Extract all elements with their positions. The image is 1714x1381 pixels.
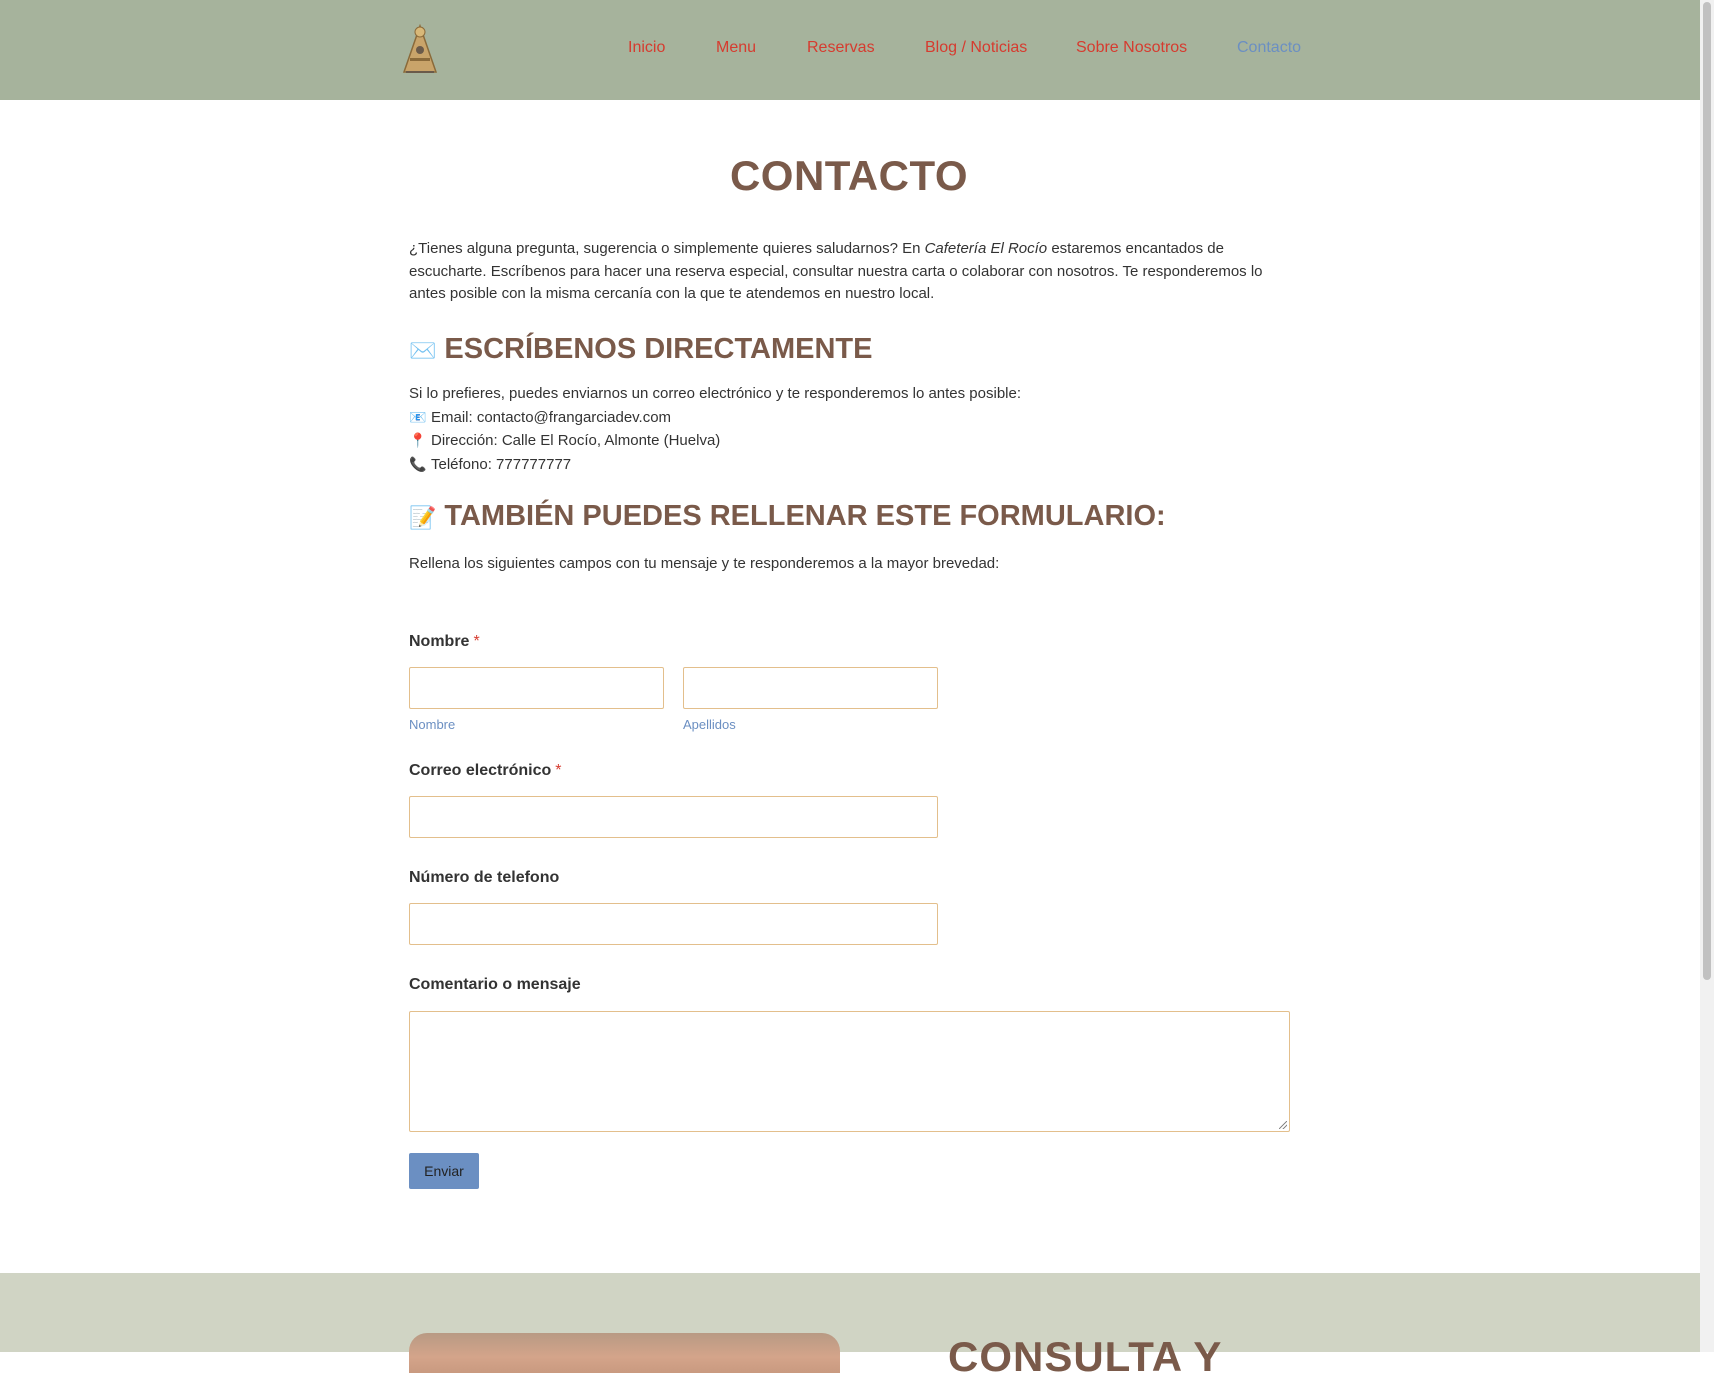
name-label: Nombre *: [409, 633, 480, 651]
nav-item-contacto[interactable]: Contacto: [1237, 39, 1301, 57]
direct-heading-text: ESCRÍBENOS DIRECTAMENTE: [444, 333, 873, 365]
first-name-sublabel: Nombre: [409, 717, 456, 732]
contact-phone-line: 📞 Teléfono: 777777777: [409, 453, 1289, 477]
contact-address: Dirección: Calle El Rocío, Almonte (Huel…: [431, 432, 721, 449]
nav-item-reservas[interactable]: Reservas: [807, 39, 875, 57]
resize-grip-icon[interactable]: [1279, 1121, 1287, 1129]
intro-text-before: ¿Tienes alguna pregunta, sugerencia o si…: [409, 240, 925, 257]
site-footer: CONSULTA Y: [0, 1273, 1700, 1380]
email-input[interactable]: [409, 796, 938, 838]
pin-icon: 📍: [409, 432, 427, 448]
submit-button[interactable]: Enviar: [409, 1153, 479, 1189]
form-heading-text: TAMBIÉN PUEDES RELLENAR ESTE FORMULARIO:: [444, 500, 1166, 532]
phone-label: Número de telefono: [409, 869, 560, 886]
cafe-name: Cafetería El Rocío: [924, 240, 1048, 257]
email-icon: 📧: [409, 408, 427, 425]
message-label: Comentario o mensaje: [409, 976, 581, 993]
footer-heading: CONSULTA Y: [948, 1333, 1223, 1380]
page-scrollbar[interactable]: [1700, 0, 1714, 1352]
envelope-icon: ✉️: [409, 338, 437, 363]
phone-input[interactable]: [409, 903, 938, 945]
email-label: Correo electrónico *: [409, 762, 562, 780]
name-label-text: Nombre: [409, 633, 470, 650]
direct-heading: ✉️ ESCRÍBENOS DIRECTAMENTE: [409, 333, 872, 366]
page-title: CONTACTO: [729, 152, 969, 199]
form-heading: 📝 TAMBIÉN PUEDES RELLENAR ESTE FORMULARIO…: [409, 500, 1166, 533]
required-mark: *: [473, 633, 480, 650]
main-nav: Inicio Menu Reservas Blog / Noticias Sob…: [0, 0, 1700, 100]
first-name-input[interactable]: [409, 667, 664, 709]
nav-item-blog[interactable]: Blog / Noticias: [925, 39, 1027, 57]
nav-item-menu[interactable]: Menu: [716, 39, 756, 57]
contact-lead: Si lo prefieres, puedes enviarnos un cor…: [409, 385, 1022, 402]
site-header: Inicio Menu Reservas Blog / Noticias Sob…: [0, 0, 1700, 100]
contact-address-line: 📍 Dirección: Calle El Rocío, Almonte (Hue…: [409, 429, 1289, 453]
contact-email[interactable]: Email: contacto@frangarciadev.com: [431, 409, 671, 426]
memo-icon: 📝: [409, 505, 437, 530]
last-name-input[interactable]: [683, 667, 938, 709]
nav-item-sobre-nosotros[interactable]: Sobre Nosotros: [1076, 39, 1187, 57]
contact-email-line: 📧 Email: contacto@frangarciadev.com: [409, 406, 1289, 430]
form-intro: Rellena los siguientes campos con tu men…: [409, 555, 1000, 572]
required-mark: *: [555, 762, 562, 779]
scrollbar-thumb[interactable]: [1703, 2, 1711, 980]
message-textarea[interactable]: [409, 1011, 1290, 1132]
nav-item-inicio[interactable]: Inicio: [628, 39, 665, 57]
phone-icon: 📞: [409, 455, 427, 472]
last-name-sublabel: Apellidos: [683, 717, 736, 732]
email-label-text: Correo electrónico: [409, 762, 552, 779]
intro-paragraph: ¿Tienes alguna pregunta, sugerencia o si…: [409, 238, 1289, 306]
contact-phone: Teléfono: 777777777: [431, 455, 572, 473]
footer-image: [409, 1333, 840, 1373]
contact-info: Si lo prefieres, puedes enviarnos un cor…: [409, 383, 1289, 476]
